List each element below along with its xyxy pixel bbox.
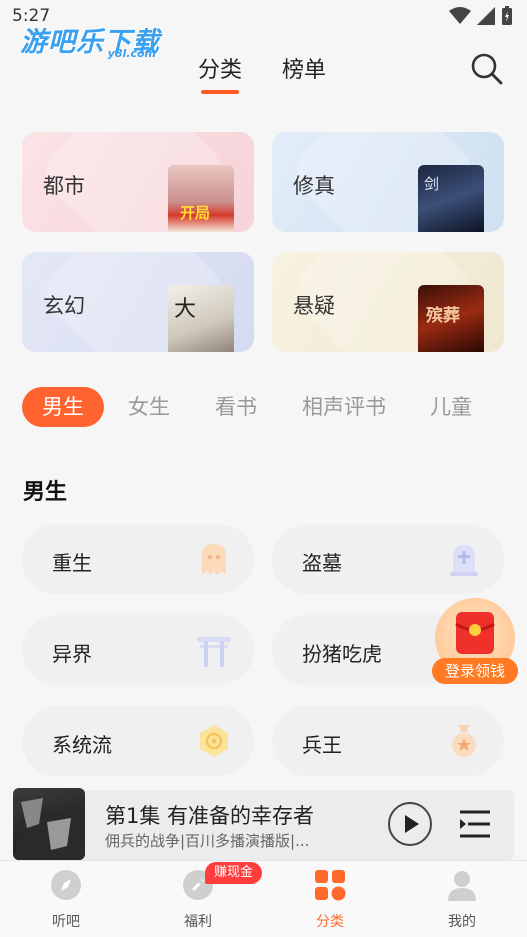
nav-fenlei[interactable]: 分类 [264,861,396,937]
nav-label: 我的 [448,914,476,930]
genre-yijie[interactable]: 异界 [22,615,254,685]
book-cover: 剑 [418,165,484,232]
tombstone-icon [450,545,478,576]
category-card-xiuzhen[interactable]: 修真 剑 [272,132,504,232]
genre-label: 盗墓 [302,551,342,575]
genre-label: 扮猪吃虎 [302,642,382,666]
grid-icon [315,870,346,901]
category-card-label: 玄幻 [43,294,85,318]
category-card-label: 悬疑 [293,294,335,318]
cover-text: 殡葬 [426,306,460,326]
tab-category[interactable]: 分类 [198,52,242,94]
mini-player: 第1集 有准备的幸存者 佣兵的战争|百川多播演播版|... [13,788,514,860]
hexagon-badge-icon [200,725,228,757]
tab-ranking[interactable]: 榜单 [282,52,326,84]
player-title: 第1集 有准备的幸存者 [105,804,315,828]
genre-label: 重生 [52,551,92,575]
chip-children[interactable]: 儿童 [430,387,472,427]
genre-label: 异界 [52,642,92,666]
nav-badge: 赚现金 [205,862,263,884]
player-subtitle: 佣兵的战争|百川多播演播版|... [105,832,310,850]
nav-wode[interactable]: 我的 [396,861,527,937]
book-cover: 大 [168,285,234,352]
playlist-icon [460,810,490,838]
player-cover[interactable] [13,788,85,860]
genre-bingwang[interactable]: 兵王 [272,706,504,776]
chip-crosstalk[interactable]: 相声评书 [302,387,386,427]
torii-gate-icon [197,637,231,667]
signal-icon [477,7,495,25]
playlist-button[interactable] [458,808,492,840]
battery-icon [502,6,512,25]
bottom-nav: 听吧 福利 分类 我的 [0,860,527,937]
cover-text: 剑 [424,175,440,193]
logo-sub: y8l.com [107,47,156,60]
play-button[interactable] [388,802,432,846]
filter-chips: 男生 女生 看书 相声评书 儿童 [22,387,472,427]
status-icons [449,6,513,26]
cover-art [13,798,85,860]
genre-label: 系统流 [52,733,112,757]
category-card-label: 修真 [293,174,335,198]
medal-icon [452,725,476,757]
search-icon [471,53,503,85]
category-card-xuanyi[interactable]: 悬疑 殡葬 [272,252,504,352]
genre-chongsheng[interactable]: 重生 [22,524,254,594]
chip-female[interactable]: 女生 [128,387,170,427]
section-title: 男生 [23,480,68,505]
chip-male[interactable]: 男生 [22,387,104,427]
login-reward-label: 登录领钱 [432,658,518,684]
category-card-xuanhuan[interactable]: 玄幻 大 [22,252,254,352]
category-card-label: 都市 [43,174,85,198]
login-reward-float[interactable]: 登录领钱 [432,598,518,686]
play-icon [405,815,419,833]
search-button[interactable] [470,52,504,86]
genre-label: 兵王 [302,733,342,757]
book-cover: 开局 [168,165,234,232]
nav-label: 分类 [316,914,344,930]
top-tabs: 分类 榜单 [198,52,326,94]
cover-text: 大 [174,297,197,322]
nav-label: 听吧 [52,914,80,930]
genre-daomu[interactable]: 盗墓 [272,524,504,594]
person-icon [448,871,476,901]
genre-xitongliu[interactable]: 系统流 [22,706,254,776]
logo: 游吧乐下载 y8l.com [20,20,160,60]
nav-label: 福利 [184,914,212,930]
nav-tingba[interactable]: 听吧 [0,861,132,937]
red-packet-icon [455,612,495,654]
cover-text: 开局 [180,204,211,222]
chip-reading[interactable]: 看书 [215,387,257,427]
category-card-dushi[interactable]: 都市 开局 [22,132,254,232]
book-cover: 殡葬 [418,285,484,352]
ghost-icon [202,544,226,575]
compass-icon [51,870,81,900]
wifi-icon [449,7,471,24]
